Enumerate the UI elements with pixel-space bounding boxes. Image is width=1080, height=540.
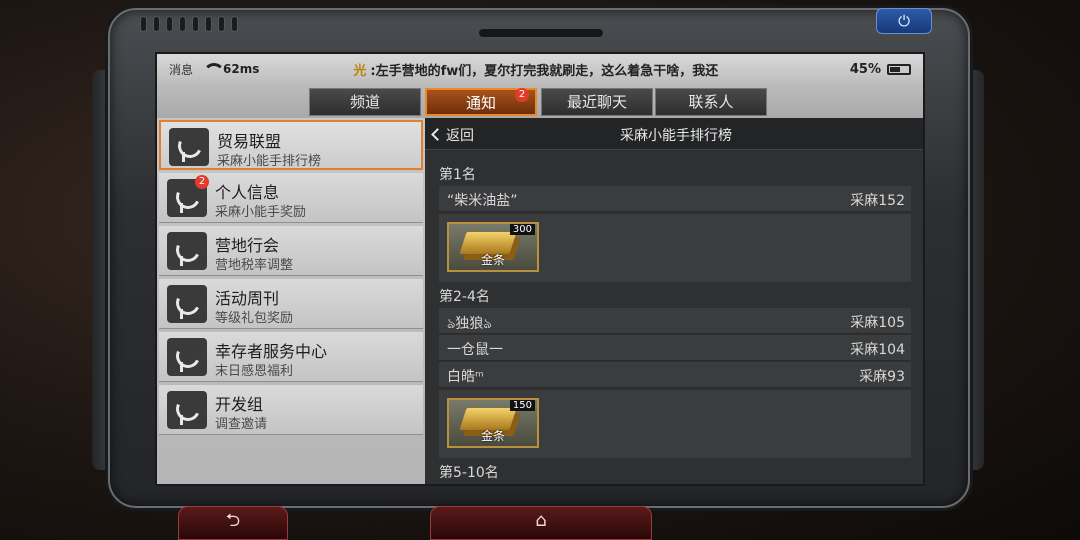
reward-name: 金条 bbox=[480, 429, 505, 443]
satellite-dish-icon bbox=[167, 285, 207, 323]
tab-notifications[interactable]: 通知 2 bbox=[425, 88, 537, 116]
top-slot bbox=[478, 28, 604, 38]
back-link[interactable]: 返回 bbox=[431, 125, 474, 145]
ticker-icon: 光 bbox=[353, 63, 367, 79]
table-row: “柴米油盐” 采麻152 bbox=[439, 186, 911, 212]
player-name: ঌ独狼ঌ bbox=[447, 316, 492, 332]
panel-title: 采麻小能手排行榜 bbox=[620, 128, 732, 144]
rank-heading: 第1名 bbox=[439, 167, 476, 183]
list-item[interactable]: 活动周刊 等级礼包奖励 bbox=[159, 279, 423, 329]
satellite-dish-icon bbox=[167, 232, 207, 270]
player-score: 采麻152 bbox=[850, 193, 905, 209]
item-badge: 2 bbox=[195, 175, 209, 189]
reward-quantity: 150 bbox=[509, 400, 535, 411]
item-subtitle: 采麻小能手排行榜 bbox=[217, 154, 322, 169]
notification-badge: 2 bbox=[515, 88, 529, 102]
chat-ticker: 光:左手营地的fw们，夏尔打完我就刷走，这么着急干啥，我还 bbox=[353, 60, 718, 79]
tab-channel[interactable]: 频道 bbox=[309, 88, 421, 116]
back-button[interactable]: ⮌ bbox=[178, 506, 288, 540]
notification-list: 贸易联盟 采麻小能手排行榜 2 个人信息 采麻小能手奖励 营地行会 营地税率调整… bbox=[157, 118, 425, 484]
tablet-screen: 消息 62ms 光:左手营地的fw们，夏尔打完我就刷走，这么着急干啥，我还 45… bbox=[155, 52, 925, 486]
item-subtitle: 末日感恩福利 bbox=[215, 364, 294, 379]
reward-item[interactable]: 300 金条 bbox=[447, 222, 539, 272]
rank-heading: 第2-4名 bbox=[439, 289, 490, 305]
message-label: 消息 bbox=[169, 62, 194, 77]
tab-recent-chats[interactable]: 最近聊天 bbox=[541, 88, 653, 116]
reward-quantity: 300 bbox=[509, 224, 535, 235]
list-item[interactable]: 开发组 调查邀请 bbox=[159, 385, 423, 435]
battery-icon bbox=[887, 64, 911, 75]
item-subtitle: 采麻小能手奖励 bbox=[215, 205, 307, 220]
player-name: “柴米油盐” bbox=[447, 193, 518, 209]
power-button[interactable]: ⏻ bbox=[876, 8, 932, 34]
battery-percent: 45% bbox=[849, 62, 881, 77]
item-title: 贸易联盟 bbox=[217, 132, 282, 151]
panel-header: 采麻小能手排行榜 返回 bbox=[425, 118, 923, 150]
tab-contacts[interactable]: 联系人 bbox=[655, 88, 767, 116]
reward-item[interactable]: 150 金条 bbox=[447, 398, 539, 448]
player-name: 一仓鼠一 bbox=[447, 342, 503, 358]
player-score: 采麻105 bbox=[850, 315, 905, 331]
item-title: 幸存者服务中心 bbox=[215, 342, 328, 361]
list-item[interactable]: 幸存者服务中心 末日感恩福利 bbox=[159, 332, 423, 382]
item-subtitle: 营地税率调整 bbox=[215, 258, 294, 273]
satellite-dish-icon bbox=[167, 391, 207, 429]
player-score: 采麻104 bbox=[850, 342, 905, 358]
player-score: 采麻93 bbox=[859, 369, 905, 385]
item-title: 开发组 bbox=[215, 395, 264, 414]
wifi-icon bbox=[203, 63, 226, 75]
ping-value: 62ms bbox=[223, 62, 260, 76]
ticker-text: :左手营地的fw们，夏尔打完我就刷走，这么着急干啥，我还 bbox=[370, 63, 719, 79]
list-item[interactable]: 2 个人信息 采麻小能手奖励 bbox=[159, 173, 423, 223]
speaker-grill bbox=[140, 16, 238, 32]
status-bar: 消息 62ms 光:左手营地的fw们，夏尔打完我就刷走，这么着急干啥，我还 45… bbox=[157, 54, 923, 84]
list-item[interactable]: 贸易联盟 采麻小能手排行榜 bbox=[159, 120, 423, 170]
player-name: 白皓ᵐ bbox=[447, 369, 484, 385]
chevron-left-icon bbox=[431, 128, 444, 141]
item-title: 个人信息 bbox=[215, 183, 280, 202]
leaderboard-panel: 采麻小能手排行榜 返回 第1名 “柴米油盐” 采麻152 300 金条 第2-4… bbox=[425, 118, 923, 484]
item-subtitle: 等级礼包奖励 bbox=[215, 311, 294, 326]
satellite-dish-icon bbox=[169, 128, 209, 166]
rank-heading: 第5-10名 bbox=[439, 465, 499, 481]
list-item[interactable]: 营地行会 营地税率调整 bbox=[159, 226, 423, 276]
table-row: ঌ独狼ঌ 采麻105 bbox=[439, 308, 911, 334]
item-subtitle: 调查邀请 bbox=[215, 417, 268, 432]
reward-box: 150 金条 bbox=[439, 390, 911, 458]
tab-bar: 频道 通知 2 最近聊天 联系人 bbox=[157, 84, 923, 118]
table-row: 白皓ᵐ 采麻93 bbox=[439, 362, 911, 388]
home-button[interactable]: ⌂ bbox=[430, 506, 652, 540]
reward-box: 300 金条 bbox=[439, 214, 911, 282]
item-title: 活动周刊 bbox=[215, 289, 280, 308]
satellite-dish-icon bbox=[167, 338, 207, 376]
item-title: 营地行会 bbox=[215, 236, 280, 255]
reward-name: 金条 bbox=[480, 253, 505, 267]
table-row: 一仓鼠一 采麻104 bbox=[439, 335, 911, 361]
